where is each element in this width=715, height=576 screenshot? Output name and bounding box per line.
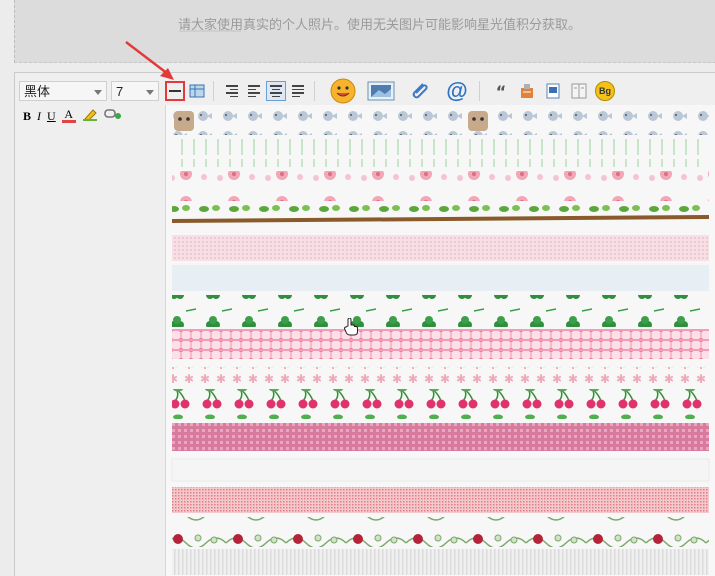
image-icon — [367, 81, 395, 101]
align-center-button[interactable] — [266, 81, 286, 101]
highlighter-icon — [82, 109, 97, 122]
align-left-icon — [248, 85, 260, 97]
chevron-down-icon — [146, 90, 154, 95]
divider-strip-gray-mesh[interactable] — [172, 549, 709, 575]
quote-button[interactable]: “ — [490, 80, 512, 102]
highlight-color-button[interactable] — [82, 107, 98, 125]
insert-image-button[interactable] — [365, 77, 397, 105]
bold-button[interactable]: B — [23, 109, 31, 124]
table-icon — [189, 84, 205, 98]
link-button[interactable] — [103, 107, 122, 125]
background-button[interactable]: Bg — [594, 80, 616, 102]
divider-strip-rose-vine[interactable] — [172, 517, 709, 547]
emoticon-button[interactable] — [327, 77, 359, 105]
quote-icon: “ — [495, 81, 507, 101]
font-size-select[interactable]: 7 — [111, 81, 159, 101]
smiley-icon — [330, 78, 356, 104]
hand-cursor-icon — [344, 318, 358, 336]
notice-text: 请大家使用真实的个人照片。使用无关图片可能影响星光值积分获取。 — [178, 18, 582, 33]
code-icon — [521, 84, 533, 98]
font-color-label: A — [64, 107, 74, 121]
at-sign-icon: @ — [446, 78, 468, 103]
horizontal-rule-icon — [169, 90, 181, 92]
columns-icon — [571, 83, 587, 99]
divider-strip-pink-flowers[interactable] — [172, 171, 709, 201]
justify-icon — [292, 85, 304, 97]
divider-strip-magenta-grid[interactable] — [172, 423, 709, 451]
font-color-swatch — [61, 120, 76, 123]
underline-button[interactable]: U — [47, 109, 56, 124]
divider-picker-panel: ✱ — [165, 105, 715, 576]
toolbar-separator — [213, 81, 214, 101]
align-right-icon — [226, 85, 238, 97]
red-arrow-icon — [125, 41, 174, 80]
divider-strip-cherries[interactable] — [172, 389, 709, 419]
divider-strip-pale-blue[interactable] — [172, 265, 709, 291]
word-doc-icon — [546, 83, 560, 99]
toolbar-row-1: 黑体 7 @ “ Bg — [19, 77, 616, 105]
bg-icon: Bg — [595, 81, 615, 101]
font-family-select[interactable]: 黑体 — [19, 81, 107, 101]
notice-area: 请大家使用真实的个人照片。使用无关图片可能影响星光值积分获取。 — [14, 0, 715, 63]
divider-strip-red-mesh[interactable] — [172, 487, 709, 513]
chevron-down-icon — [94, 90, 102, 95]
toolbar-separator — [479, 81, 480, 101]
divider-strip-pink-mesh[interactable] — [172, 235, 709, 261]
align-right-button[interactable] — [222, 81, 242, 101]
divider-strip-green-dashes[interactable] — [172, 139, 709, 167]
justify-button[interactable] — [288, 81, 308, 101]
horizontal-rule-button[interactable] — [165, 81, 185, 101]
italic-button[interactable]: I — [37, 109, 41, 124]
divider-strip-pink-stars[interactable] — [172, 367, 709, 383]
paste-word-button[interactable] — [542, 80, 564, 102]
bg-label: Bg — [599, 86, 611, 96]
font-color-button[interactable]: A — [61, 107, 76, 123]
attachment-button[interactable] — [403, 77, 435, 105]
align-center-icon — [270, 85, 282, 97]
font-family-value: 黑体 — [24, 84, 51, 99]
table-button[interactable] — [187, 81, 207, 101]
page-break-button[interactable] — [568, 80, 590, 102]
divider-strip-blank[interactable] — [171, 458, 710, 482]
divider-strip-cat-fish[interactable] — [172, 109, 709, 135]
divider-strips: ✱ — [171, 109, 710, 575]
divider-strip-orange-checker[interactable] — [172, 329, 709, 359]
code-button[interactable] — [516, 80, 538, 102]
toolbar-row-2: B I U A — [23, 105, 122, 127]
mention-button[interactable]: @ — [441, 77, 473, 105]
paperclip-icon — [412, 83, 428, 99]
toolbar-separator — [314, 81, 315, 101]
divider-strip-clover[interactable] — [172, 295, 709, 327]
align-left-button[interactable] — [244, 81, 264, 101]
divider-strip-branch-leaves[interactable] — [171, 205, 710, 229]
link-icon — [103, 109, 121, 119]
font-size-value: 7 — [116, 84, 124, 99]
rich-text-editor: 黑体 7 @ “ Bg B I U A — [14, 72, 715, 576]
